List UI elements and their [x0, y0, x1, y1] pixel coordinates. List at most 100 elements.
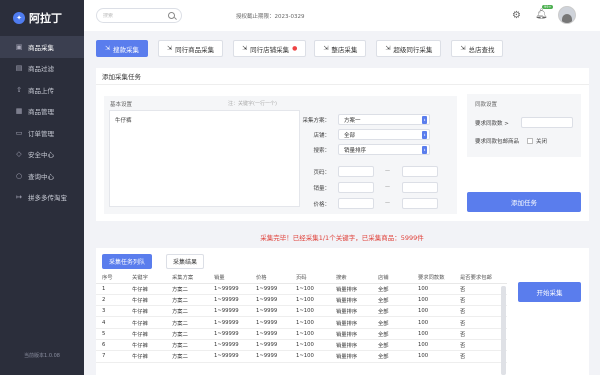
scheme-select[interactable]: 方案一 ⇕	[338, 114, 430, 125]
collect-icon: ⇲	[460, 45, 466, 52]
tab-label: 同行店铺采集	[250, 45, 290, 54]
table-cell: 1~99999	[208, 339, 250, 352]
table-cell: 全部	[372, 294, 412, 307]
gear-icon[interactable]: ⚙	[512, 10, 521, 21]
same-count-label: 要求同款数 >	[475, 121, 509, 127]
keyword-textarea[interactable]: 牛仔裤	[109, 110, 300, 207]
logo-text: 阿拉丁	[29, 12, 62, 25]
table-cell: 1~99999	[208, 350, 250, 363]
sidebar-item-3[interactable]: ▦ 商品管理	[0, 101, 84, 123]
table-cell: 1~9999	[250, 305, 290, 318]
task-queue-panel: 采集任务列队 采集结果 序号 关键字 采集方案 销量 价格 页码 搜索 店铺 要求同款数 是否要求…	[96, 248, 589, 375]
table-cell: 牛仔裤	[126, 316, 166, 329]
add-task-panel: 添加采集任务 基本设置 注：关键字(一行一个) 牛仔裤 采集方案： 方案一 ⇕ 店…	[96, 68, 589, 221]
same-item-settings: 同款设置 要求同款数 > 要求同款包邮商品 关闭	[467, 94, 581, 157]
sort-select[interactable]: 销量排序 ⇕	[338, 144, 430, 155]
table-row[interactable]: 6 牛仔裤 方案二 1~99999 1~9999 1~100 销量排序 全部 100 否	[96, 339, 507, 352]
sidebar-item-6[interactable]: ○ 查询中心	[0, 165, 84, 187]
table-cell: 1~100	[290, 328, 330, 340]
sales-max-input[interactable]	[402, 182, 438, 193]
range-dash: —	[385, 184, 390, 190]
tab-3[interactable]: ⇲ 整店采集	[314, 40, 367, 57]
sidebar-item-1[interactable]: ▤ 商品过滤	[0, 58, 84, 80]
search-box[interactable]	[96, 8, 182, 23]
price-min-input[interactable]	[338, 198, 374, 209]
table-cell: 100	[412, 316, 454, 329]
page-max-input[interactable]	[402, 166, 438, 177]
upload-icon: ⇧	[16, 85, 22, 94]
tab-5[interactable]: ⇲ 总店查找	[451, 40, 504, 57]
table-cell: 销量排序	[330, 339, 372, 352]
collect-tabs: ⇲ 搜款采集 ⇲ 同行商品采集 ⇲ 同行店铺采集 ● ⇲ 整店采集 ⇲ 超级同行采集 ⇲ 总店查找	[96, 40, 504, 57]
tab-label: 搜款采集	[113, 45, 140, 54]
table-row[interactable]: 1 牛仔裤 方案二 1~99999 1~9999 1~100 销量排序 全部 100 否	[96, 283, 507, 295]
same-count-input[interactable]	[521, 117, 573, 128]
table-cell: 方案二	[166, 283, 208, 295]
table-cell: 否	[454, 316, 507, 329]
sidebar-item-5[interactable]: ◇ 安全中心	[0, 144, 84, 166]
shop-select[interactable]: 全部 ⇕	[338, 129, 430, 140]
sales-min-input[interactable]	[338, 182, 374, 193]
table-cell: 牛仔裤	[126, 328, 166, 340]
add-task-button[interactable]: 添加任务	[467, 192, 581, 212]
table-cell: 全部	[372, 316, 412, 329]
start-collect-button[interactable]: 开始采集	[518, 282, 581, 302]
search-input[interactable]	[103, 12, 163, 19]
table-row[interactable]: 3 牛仔裤 方案二 1~99999 1~9999 1~100 销量排序 全部 100 否	[96, 305, 507, 318]
search-icon: ○	[15, 171, 23, 180]
free-shipping-checkbox[interactable]	[527, 138, 533, 144]
tab-collect-results[interactable]: 采集结果	[166, 254, 205, 269]
tab-4[interactable]: ⇲ 超级同行采集	[376, 40, 442, 57]
table-cell: 3	[96, 305, 126, 318]
sidebar-item-7[interactable]: ↦ 拼多多传淘宝	[0, 187, 84, 209]
table-cell: 1~9999	[250, 328, 290, 340]
tab-2[interactable]: ⇲ 同行店铺采集 ●	[233, 40, 307, 57]
bell-icon[interactable]: 🔔︎	[535, 9, 548, 20]
table-row[interactable]: 2 牛仔裤 方案二 1~99999 1~9999 1~100 销量排序 全部 100 否	[96, 294, 507, 307]
table-cell: 牛仔裤	[126, 339, 166, 352]
tab-task-queue[interactable]: 采集任务列队	[102, 254, 153, 269]
collect-icon: ⇲	[242, 45, 248, 52]
table-cell: 牛仔裤	[126, 294, 166, 307]
table-row[interactable]: 7 牛仔裤 方案二 1~99999 1~9999 1~100 销量排序 全部 100 否	[96, 350, 507, 363]
task-table: 序号 关键字 采集方案 销量 价格 页码 搜索 店铺 要求同款数 是否要求包邮 1 牛仔裤 方案二 1~…	[96, 272, 507, 363]
table-cell: 1~100	[290, 294, 330, 307]
sidebar-item-4[interactable]: ▭ 订单管理	[0, 122, 84, 144]
table-cell: 否	[454, 283, 507, 295]
notification-badge: 99+	[542, 5, 554, 9]
column-header: 店铺	[372, 272, 412, 284]
sidebar-item-label: 查询中心	[28, 172, 54, 181]
shield-icon: ◇	[16, 150, 22, 159]
price-max-input[interactable]	[402, 198, 438, 209]
table-cell: 全部	[372, 305, 412, 318]
tab-0[interactable]: ⇲ 搜款采集	[96, 40, 149, 57]
table-row[interactable]: 5 牛仔裤 方案二 1~99999 1~9999 1~100 销量排序 全部 100 否	[96, 328, 507, 340]
table-cell: 1~100	[290, 283, 330, 295]
table-cell: 全部	[372, 339, 412, 352]
table-cell: 5	[96, 328, 126, 340]
table-cell: 1~100	[290, 305, 330, 318]
table-cell: 1~99999	[208, 328, 250, 340]
sidebar-item-0[interactable]: ▣ 商品采集	[0, 36, 84, 58]
table-cell: 全部	[372, 350, 412, 363]
table-scrollbar[interactable]	[501, 286, 506, 375]
table-cell: 1~100	[290, 339, 330, 352]
avatar[interactable]	[558, 6, 576, 24]
sidebar-item-2[interactable]: ⇧ 商品上传	[0, 79, 84, 101]
tab-1[interactable]: ⇲ 同行商品采集	[158, 40, 224, 57]
sidebar-item-label: 商品管理	[28, 108, 54, 117]
table-row[interactable]: 4 牛仔裤 方案二 1~99999 1~9999 1~100 销量排序 全部 100 否	[96, 316, 507, 329]
sort-label: 搜索：	[313, 148, 330, 154]
search-icon[interactable]	[168, 12, 175, 19]
table-cell: 方案二	[166, 316, 208, 329]
tab-label: 整店采集	[331, 45, 358, 54]
scheme-value: 方案一	[344, 117, 361, 124]
table-cell: 否	[454, 294, 507, 307]
table-cell: 1~100	[290, 350, 330, 363]
table-cell: 方案二	[166, 350, 208, 363]
page-min-input[interactable]	[338, 166, 374, 177]
filter-icon: ▤	[15, 64, 23, 73]
table-cell: 1~99999	[208, 283, 250, 295]
column-header: 销量	[208, 272, 250, 284]
panel-title: 添加采集任务	[96, 68, 589, 85]
